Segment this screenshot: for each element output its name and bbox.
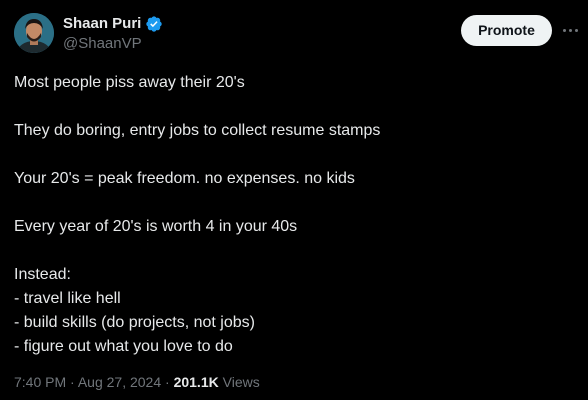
tweet-line: Most people piss away their 20's: [14, 74, 245, 91]
tweet-line: They do boring, entry jobs to collect re…: [14, 122, 381, 139]
avatar[interactable]: [14, 13, 54, 53]
tweet-time[interactable]: 7:40 PM: [14, 374, 66, 390]
author-handle[interactable]: @ShaanVP: [63, 35, 142, 53]
tweet-line: Every year of 20's is worth 4 in your 40…: [14, 218, 298, 235]
meta-separator: ·: [165, 374, 170, 390]
tweet-meta: 7:40 PM · Aug 27, 2024 · 201.1K Views: [14, 374, 260, 391]
tweet-line: Instead:: [14, 266, 71, 283]
more-dot: [568, 28, 572, 32]
more-dot: [574, 28, 578, 32]
views-label: Views: [222, 374, 260, 390]
author-display-name[interactable]: Shaan Puri: [63, 15, 141, 33]
verified-badge-icon[interactable]: [145, 15, 163, 33]
meta-separator: ·: [70, 374, 75, 390]
tweet-text: Most people piss away their 20's They do…: [14, 71, 574, 359]
tweet-line: Your 20's = peak freedom. no expenses. n…: [14, 170, 355, 187]
tweet-line: - figure out what you love to do: [14, 338, 233, 355]
tweet-date[interactable]: Aug 27, 2024: [78, 374, 161, 390]
tweet-line: - travel like hell: [14, 290, 121, 307]
more-options-icon[interactable]: [560, 20, 580, 40]
tweet-line: - build skills (do projects, not jobs): [14, 314, 255, 331]
avatar-image: [14, 13, 54, 53]
views-count[interactable]: 201.1K: [174, 374, 219, 390]
more-dot: [562, 28, 566, 32]
promote-button[interactable]: Promote: [461, 15, 552, 46]
